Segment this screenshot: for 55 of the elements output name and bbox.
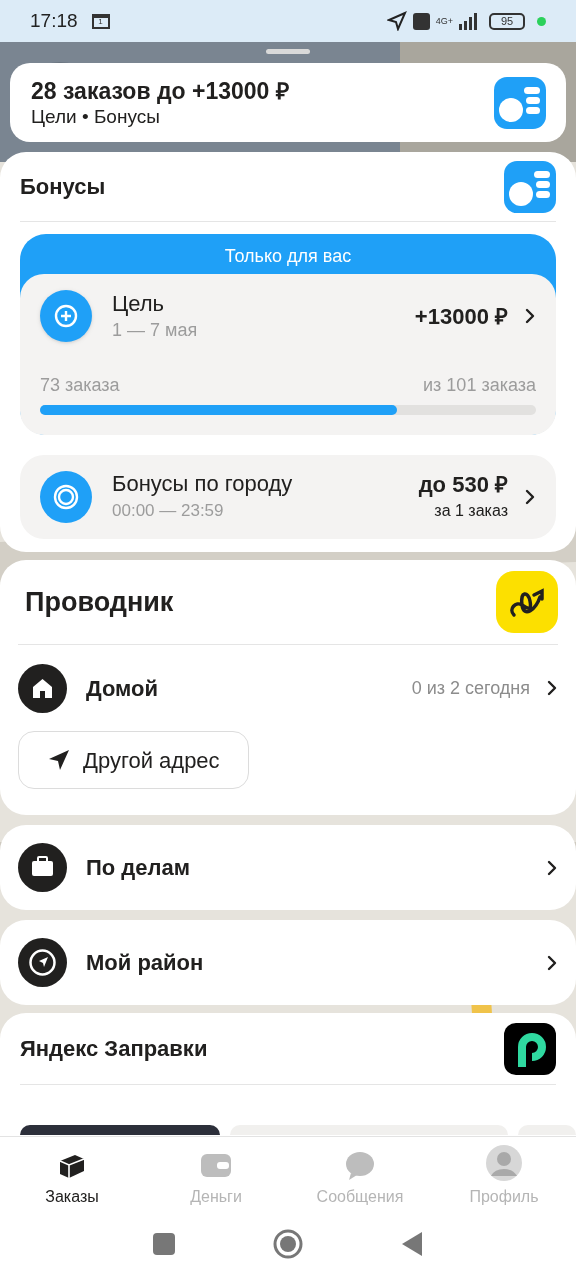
briefcase-icon [18, 843, 67, 892]
target-icon [40, 471, 92, 523]
signal-icon [459, 12, 479, 30]
recents-button[interactable] [153, 1233, 175, 1255]
progress-done: 73 заказа [40, 374, 120, 397]
city-bonus-note: за 1 заказ [434, 501, 508, 521]
chevron-right-icon [546, 953, 558, 972]
menu-row[interactable]: Мой район [0, 920, 576, 1005]
avatar-icon [486, 1144, 522, 1181]
menu-row[interactable]: По делам [0, 825, 576, 910]
house-icon [18, 663, 67, 713]
city-bonus-title: Бонусы по городу [112, 470, 293, 499]
network-label: 4G+ [435, 16, 453, 26]
route-icon[interactable] [496, 571, 558, 633]
coins-icon[interactable] [494, 76, 546, 129]
other-address-button[interactable]: Другой адрес [18, 731, 249, 789]
ribbon-label: Только для вас [223, 245, 353, 268]
coins-icon[interactable] [504, 160, 556, 213]
goal-dates: 1 — 7 мая [112, 319, 198, 342]
chip[interactable] [20, 1125, 220, 1135]
home-label: Домой [86, 674, 159, 703]
goal-title: Цель [112, 290, 166, 318]
compass-icon [18, 938, 67, 987]
chevron-right-icon [546, 858, 558, 877]
banner-title: 28 заказов до +13000 ₽ [31, 76, 289, 105]
nav-tab[interactable]: Заказы [0, 1137, 144, 1216]
section-title: Проводник [25, 585, 174, 619]
goal-banner[interactable]: 28 заказов до +13000 ₽ Цели • Бонусы [10, 63, 566, 142]
city-bonus-amount: до 530 ₽ [418, 471, 508, 499]
chevron-right-icon [524, 307, 536, 325]
clock: 17:18 [30, 8, 78, 33]
row-label: Мой район [86, 949, 204, 977]
speech-bubble-icon [345, 1150, 375, 1181]
fuel-logo-icon[interactable] [504, 1022, 556, 1075]
progress-total: из 101 заказа [423, 374, 536, 397]
goal-amount: +13000 ₽ [414, 302, 508, 331]
back-button[interactable] [401, 1231, 423, 1257]
section-title: Яндекс Заправки [20, 1035, 208, 1063]
navigation-arrow-icon [47, 748, 71, 772]
battery-indicator: 95 [489, 12, 525, 30]
calendar-icon: 1 [91, 13, 110, 29]
section-title: Бонусы [20, 173, 106, 201]
home-count: 0 из 2 сегодня [411, 676, 530, 700]
plus-circle-icon [40, 290, 92, 342]
home-button[interactable] [273, 1229, 303, 1259]
drag-handle[interactable] [266, 49, 310, 54]
chevron-right-icon [524, 488, 536, 506]
home-row[interactable]: Домой 0 из 2 сегодня [18, 645, 558, 731]
banner-subtitle: Цели • Бонусы [31, 104, 161, 129]
location-arrow-icon [386, 11, 407, 31]
chevron-right-icon [546, 679, 558, 697]
row-label: По делам [86, 854, 191, 882]
goal-card[interactable]: Только для вас Цель 1 — 7 мая +13000 ₽ 73 заказа из 101 заказа [20, 234, 556, 435]
city-bonus-hours: 00:00 — 23:59 [112, 500, 225, 523]
city-bonus-card[interactable]: Бонусы по городу 00:00 — 23:59 до 530 ₽ за 1 заказ [20, 455, 556, 539]
